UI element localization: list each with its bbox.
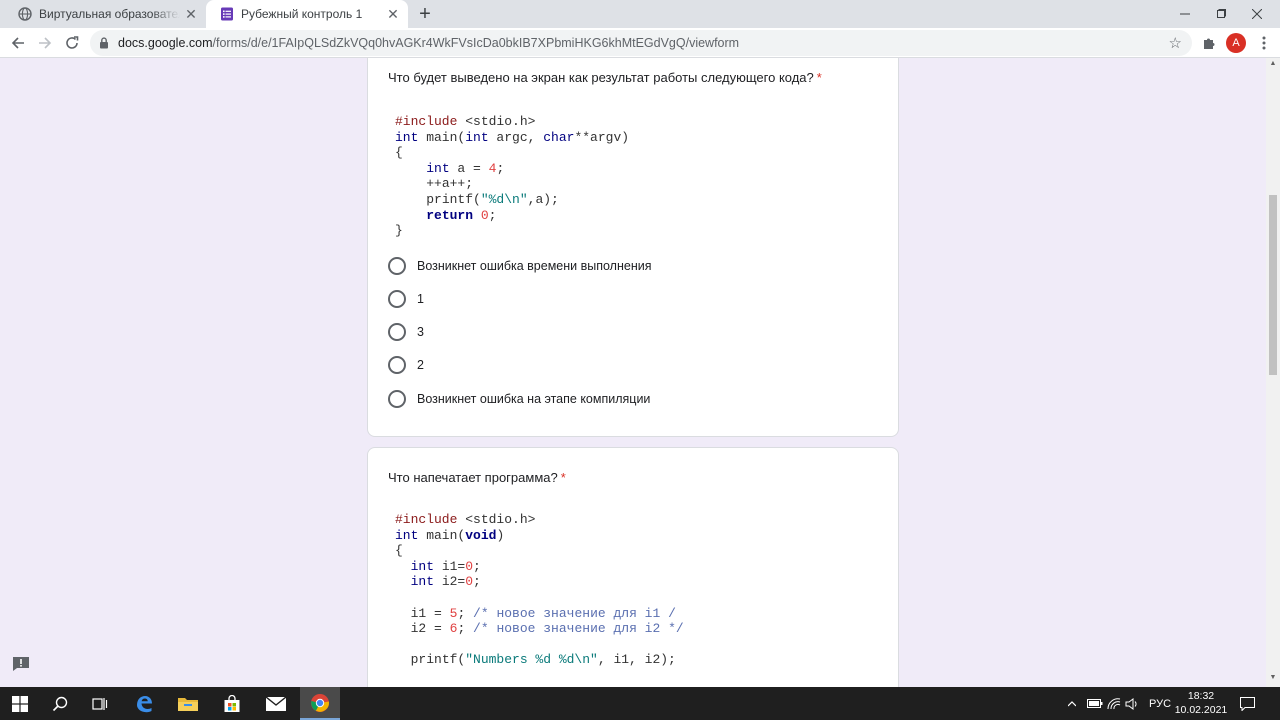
menu-dots-icon[interactable] — [1252, 31, 1276, 55]
radio-button[interactable] — [388, 390, 406, 408]
answer-option[interactable]: Возникнет ошибка времени выполнения — [388, 256, 652, 276]
address-bar[interactable]: docs.google.com/forms/d/e/1FAIpQLSdZkVQq… — [90, 30, 1192, 56]
page-scrollbar[interactable]: ▲ ▼ — [1266, 58, 1280, 687]
form-page: Что будет выведено на экран как результа… — [0, 58, 1266, 687]
radio-button[interactable] — [388, 257, 406, 275]
window-close-icon[interactable] — [1234, 0, 1280, 28]
close-icon[interactable]: ✕ — [180, 6, 202, 23]
tab-title: Виртуальная образовательная среда — [39, 7, 180, 21]
chrome-browser-icon[interactable] — [300, 687, 340, 720]
tab-title: Рубежный контроль 1 — [241, 7, 363, 21]
option-label: Возникнет ошибка времени выполнения — [417, 259, 652, 273]
url-text: docs.google.com/forms/d/e/1FAIpQLSdZkVQq… — [118, 36, 739, 50]
code-snippet-1: #include <stdio.h> int main(int argc, ch… — [395, 114, 630, 239]
system-clock[interactable]: 18:32 10.02.2021 — [1170, 689, 1232, 717]
new-tab-button[interactable]: + — [414, 3, 436, 25]
browser-toolbar: docs.google.com/forms/d/e/1FAIpQLSdZkVQq… — [0, 28, 1280, 58]
option-label: 2 — [417, 358, 424, 372]
forms-icon — [220, 7, 234, 21]
answer-option[interactable]: 1 — [388, 289, 424, 309]
store-bag-icon[interactable] — [212, 687, 252, 720]
clock-time: 18:32 — [1187, 690, 1215, 702]
speaker-volume-icon[interactable] — [1125, 687, 1139, 720]
answer-option[interactable]: 2 — [388, 355, 424, 375]
radio-button[interactable] — [388, 356, 406, 374]
feedback-icon[interactable] — [12, 656, 30, 672]
option-label: Возникнет ошибка на этапе компиляции — [417, 392, 651, 406]
option-label: 3 — [417, 325, 424, 339]
code-snippet-2: #include <stdio.h> int main(void) { int … — [395, 512, 684, 668]
windows-start-icon[interactable] — [0, 687, 40, 720]
bookmark-star-icon[interactable]: ☆ — [1169, 34, 1182, 52]
question-title: Что будет выведено на экран как результа… — [388, 70, 822, 85]
scrollbar-thumb[interactable] — [1269, 195, 1277, 375]
clock-date: 10.02.2021 — [1174, 704, 1228, 716]
answer-option[interactable]: 3 — [388, 322, 424, 342]
battery-icon[interactable] — [1087, 687, 1103, 720]
edge-browser-icon[interactable] — [124, 687, 164, 720]
profile-avatar[interactable]: A — [1226, 33, 1246, 53]
extensions-puzzle-icon[interactable] — [1197, 31, 1221, 55]
lock-icon — [98, 37, 110, 49]
notifications-icon[interactable] — [1240, 687, 1255, 720]
mail-envelope-icon[interactable] — [256, 687, 296, 720]
back-arrow-icon[interactable] — [6, 31, 30, 55]
wifi-icon[interactable] — [1107, 687, 1121, 720]
question-card-2: Что напечатает программа? * #include <std… — [367, 447, 899, 687]
scroll-up-arrow-icon[interactable]: ▲ — [1266, 60, 1280, 72]
question-card-1: Что будет выведено на экран как результа… — [367, 58, 899, 437]
close-icon[interactable]: ✕ — [382, 6, 404, 23]
url-path: /forms/d/e/1FAIpQLSdZkVQq0hvAGKr4WkFVsIc… — [212, 36, 740, 50]
scroll-down-arrow-icon[interactable]: ▼ — [1266, 674, 1280, 686]
option-label: 1 — [417, 292, 424, 306]
required-mark: * — [816, 70, 822, 85]
show-hidden-icons-icon[interactable] — [1068, 687, 1076, 720]
tab-virtual-environment[interactable]: Виртуальная образовательная среда ✕ — [4, 0, 206, 28]
radio-button[interactable] — [388, 290, 406, 308]
tab-form[interactable]: Рубежный контроль 1 ✕ — [206, 0, 408, 28]
radio-button[interactable] — [388, 323, 406, 341]
input-language-indicator[interactable]: РУС — [1149, 687, 1171, 720]
search-icon[interactable] — [40, 687, 80, 720]
answer-option[interactable]: Возникнет ошибка на этапе компиляции — [388, 389, 650, 409]
forward-arrow-icon[interactable] — [33, 31, 57, 55]
tab-strip: Виртуальная образовательная среда ✕ Рубе… — [0, 0, 1280, 28]
file-explorer-icon[interactable] — [168, 687, 208, 720]
required-mark: * — [560, 470, 566, 485]
globe-icon — [18, 7, 32, 21]
reload-icon[interactable] — [60, 31, 84, 55]
question-title: Что напечатает программа? * — [388, 470, 566, 485]
url-host: docs.google.com — [118, 36, 213, 50]
windows-taskbar: РУС 18:32 10.02.2021 — [0, 687, 1280, 720]
task-view-icon[interactable] — [80, 687, 120, 720]
